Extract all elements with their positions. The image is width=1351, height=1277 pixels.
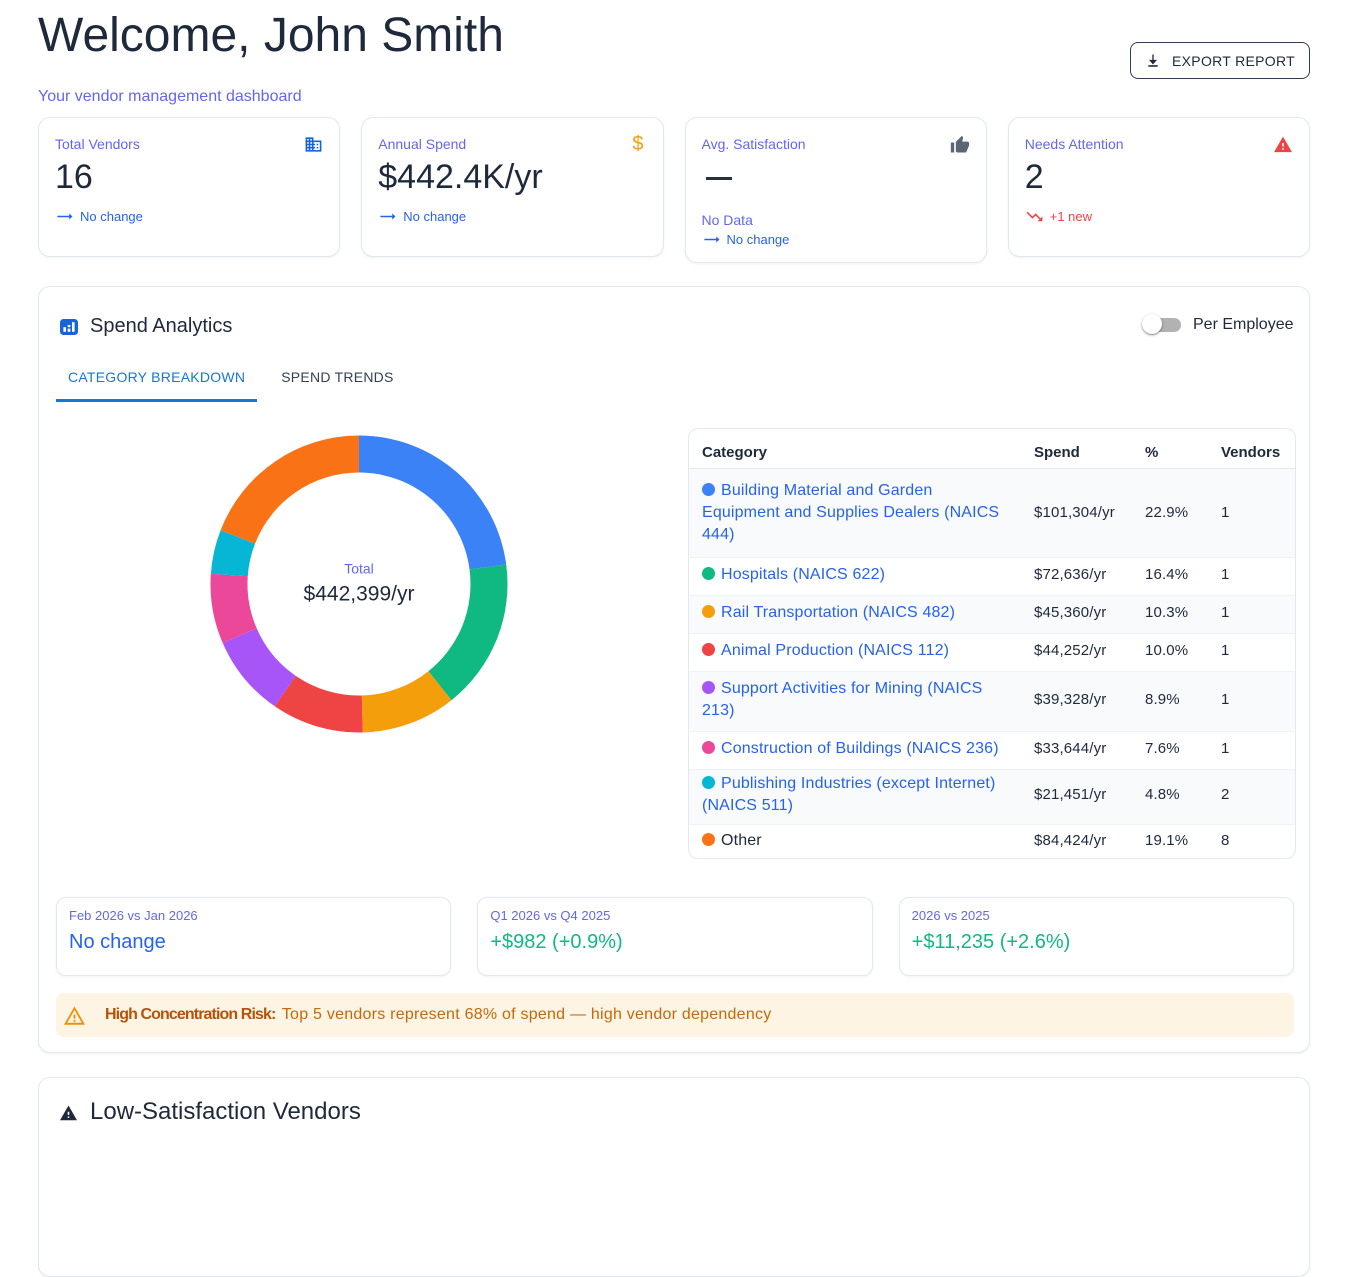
- svg-text:$442,399/yr: $442,399/yr: [304, 583, 415, 606]
- svg-text:Total: Total: [344, 561, 374, 577]
